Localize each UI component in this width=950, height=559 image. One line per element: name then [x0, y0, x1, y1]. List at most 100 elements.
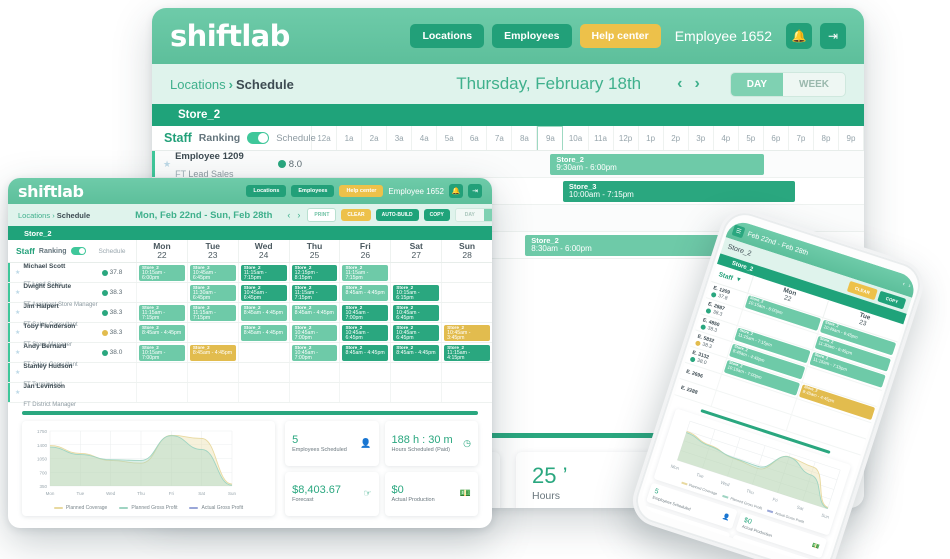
menu-icon[interactable]: ☰ [731, 223, 746, 238]
ranking-schedule-toggle[interactable] [70, 247, 86, 255]
hour-column-8p[interactable]: 8p [814, 126, 839, 150]
next-date-icon[interactable]: › [907, 283, 911, 289]
bell-icon[interactable]: 🔔 [786, 23, 812, 49]
logout-icon[interactable]: ⇥ [468, 184, 482, 198]
shift-block[interactable]: Store_2 8:45am - 4:45pm [342, 345, 389, 361]
schedule-cell[interactable]: Store_2 10:45am - 6:45pm [390, 323, 441, 342]
schedule-cell[interactable] [441, 263, 492, 282]
auto-build-button[interactable]: AUTO-BUILD [375, 209, 419, 221]
hour-column-2p[interactable]: 2p [664, 126, 689, 150]
shift-block[interactable]: Store_2 8:45am - 4:45pm [342, 285, 389, 301]
nav-employees-button[interactable]: Employees [291, 185, 335, 197]
schedule-cell[interactable]: Store_2 8:45am - 4:45pm [186, 343, 238, 362]
shift-block[interactable]: Store_2 11:15am - 4:15pm [444, 345, 491, 361]
schedule-cell[interactable]: Store_2 10:15am - 6:15pm [390, 283, 441, 302]
schedule-cell[interactable]: Store_2 11:15am - 4:15pm [441, 343, 492, 362]
shift-block[interactable]: Store_2 11:15am - 7:15pm [291, 285, 338, 301]
shift-block[interactable]: Store_2 12:15pm - 8:15pm [291, 265, 338, 281]
schedule-cell[interactable]: Store_2 8:45am - 4:45pm [339, 283, 390, 302]
schedule-cell[interactable] [441, 283, 492, 302]
shift-block[interactable]: Store_2 11:15am - 7:15pm [342, 265, 389, 281]
shift-block[interactable]: Store_2 9:30am - 6:00pm [550, 154, 764, 175]
breadcrumb-locations[interactable]: Locations [170, 77, 226, 92]
schedule-cell[interactable]: Store_2 11:15am - 7:15pm [136, 303, 187, 322]
next-date-icon[interactable]: › [297, 210, 300, 220]
shift-block[interactable]: Store_2 10:15am - 6:15pm [393, 285, 440, 301]
schedule-cell[interactable] [186, 383, 238, 402]
schedule-cell[interactable]: Store_2 10:45am - 6:45pm [186, 263, 238, 282]
shift-block[interactable]: Store_2 10:45am - 6:45pm [189, 265, 236, 281]
schedule-cell[interactable]: Store_2 11:30am - 6:45pm [186, 283, 238, 302]
shift-block[interactable]: Store_2 10:45am - 3:45pm [444, 325, 491, 341]
schedule-cell[interactable]: Store_2 10:15am - 6:00pm [136, 263, 187, 282]
star-icon[interactable]: ★ [15, 369, 20, 376]
hour-column-7a[interactable]: 7a [487, 126, 513, 150]
nav-help-center-button[interactable]: Help center [339, 185, 384, 197]
schedule-cell[interactable]: Store_2 8:45am - 4:45pm [339, 343, 390, 362]
hour-column-6p[interactable]: 6p [764, 126, 789, 150]
nav-locations-button[interactable]: Locations [410, 24, 485, 48]
schedule-cell[interactable] [136, 383, 187, 402]
shift-block[interactable]: Store_2 8:45am - 4:45pm [393, 345, 440, 361]
schedule-cell[interactable] [186, 323, 238, 342]
bell-icon[interactable]: 🔔 [449, 184, 463, 198]
nav-help-center-button[interactable]: Help center [579, 24, 661, 48]
day-header-thu[interactable]: Thu 25 [288, 240, 340, 262]
schedule-cell[interactable]: Store_2 8:45am - 4:45pm [136, 323, 187, 342]
shift-block[interactable]: Store_2 10:45am - 7:00pm [291, 325, 338, 341]
shift-block[interactable]: Store_2 10:15am - 7:00pm [139, 345, 185, 361]
prev-date-icon[interactable]: ‹ [677, 75, 682, 93]
schedule-cell[interactable]: Store_2 11:15am - 7:15pm [237, 263, 289, 282]
table-row[interactable]: ★ Stanley Hudson FT Terminated [8, 363, 492, 388]
schedule-cell[interactable]: Store_2 10:45am - 6:45pm [237, 283, 289, 302]
schedule-cell[interactable]: Store_2 8:45am - 4:45pm [237, 303, 289, 322]
table-row[interactable]: ★ Dwight Schrute FT Assistant Store Manage… [8, 283, 492, 308]
table-row[interactable]: ★ Jim Halpert FT Sales Consultant 38.3 Store… [8, 303, 492, 328]
hour-column-1p[interactable]: 1p [639, 126, 664, 150]
day-header-sat[interactable]: Sat 27 [390, 240, 441, 262]
schedule-cell[interactable] [441, 363, 492, 382]
schedule-cell[interactable] [339, 363, 390, 382]
hour-column-3a[interactable]: 3a [387, 126, 413, 150]
shift-block[interactable]: Store_2 10:45am - 6:45pm [342, 325, 389, 341]
copy-button[interactable]: COPY [423, 209, 450, 221]
shift-block[interactable]: Store_2 11:15am - 7:15pm [189, 305, 236, 321]
schedule-cell[interactable]: Store_2 10:45am - 6:45pm [339, 323, 390, 342]
schedule-cell[interactable] [136, 283, 187, 302]
nav-employees-button[interactable]: Employees [492, 24, 572, 48]
schedule-cell[interactable] [237, 383, 289, 402]
prev-date-icon[interactable]: ‹ [287, 210, 290, 220]
day-header-tue[interactable]: Tue 23 [186, 240, 238, 262]
shift-block[interactable]: Store_2 8:45am - 4:45pm [240, 305, 287, 321]
hour-column-4p[interactable]: 4p [714, 126, 739, 150]
schedule-cell[interactable]: Store_2 11:15am - 7:15pm [186, 303, 238, 322]
schedule-cell[interactable] [390, 383, 441, 402]
shift-block[interactable]: Store_2 11:15am - 7:15pm [139, 305, 185, 321]
shift-block[interactable]: Store_2 11:15am - 7:15pm [240, 265, 287, 281]
shift-track[interactable]: Store_2 9:30am - 6:00pm [312, 151, 864, 177]
table-row[interactable]: ★ Jan Levinson FT District Manager [8, 383, 492, 408]
shift-block[interactable]: Store_2 8:45am - 4:45pm [240, 325, 287, 341]
hour-column-10a[interactable]: 10a [563, 126, 589, 150]
filter-icon[interactable]: ▼ [735, 276, 743, 284]
schedule-cell[interactable]: Store_2 10:15am - 7:00pm [136, 343, 187, 362]
legend-item[interactable]: Planned Gross Profit [119, 505, 177, 511]
hour-column-11a[interactable]: 11a [589, 126, 614, 150]
tab-day[interactable]: DAY [455, 209, 484, 221]
tab-week[interactable]: WEEK [483, 209, 492, 221]
star-icon[interactable]: ★ [15, 389, 20, 396]
schedule-cell[interactable] [339, 383, 390, 402]
schedule-cell[interactable] [441, 383, 492, 402]
tab-day[interactable]: DAY [730, 72, 783, 96]
star-icon[interactable]: ★ [15, 349, 20, 356]
schedule-cell[interactable]: Store_2 12:15pm - 8:15pm [288, 263, 340, 282]
schedule-cell[interactable] [390, 263, 441, 282]
day-header-mon[interactable]: Mon 22 [136, 240, 187, 262]
star-icon[interactable]: ★ [15, 269, 20, 276]
logout-icon[interactable]: ⇥ [820, 23, 846, 49]
hour-column-4a[interactable]: 4a [412, 126, 438, 150]
hour-column-3p[interactable]: 3p [689, 126, 714, 150]
next-date-icon[interactable]: › [694, 75, 699, 93]
schedule-cell[interactable] [288, 363, 340, 382]
hour-column-1a[interactable]: 1a [337, 126, 363, 150]
